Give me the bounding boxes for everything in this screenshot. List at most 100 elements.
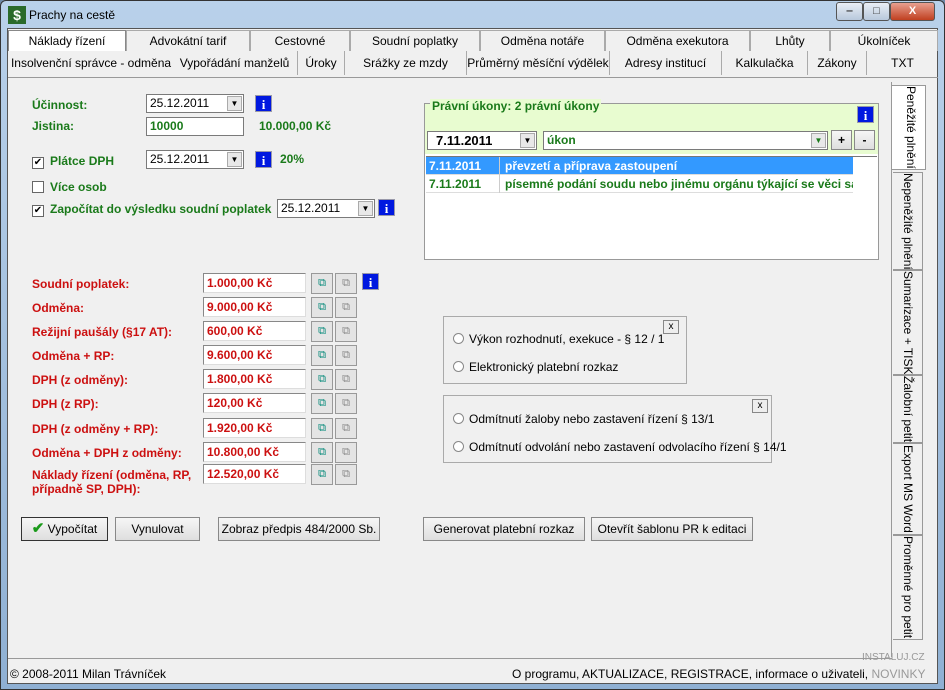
info-icon[interactable]: i (255, 95, 272, 112)
copy-icon[interactable]: ⧉ (311, 369, 333, 390)
radio-vykon-rozhodnuti[interactable] (453, 333, 464, 344)
copy-alt-icon[interactable]: ⧉ (335, 273, 357, 294)
tab-odmena-notare[interactable]: Odměna notáře (480, 30, 605, 51)
copy-alt-icon[interactable]: ⧉ (335, 321, 357, 342)
radio-odmitnuti-zaloby[interactable] (453, 413, 464, 424)
radio-elektronicky-rozkaz[interactable] (453, 361, 464, 372)
pravni-ukony-legend: Právní úkony: 2 právní úkony (430, 99, 602, 113)
side-tab-promenne-pro-petit[interactable]: Proměnné pro petit (893, 535, 923, 640)
ucinnost-date-picker[interactable]: 25.12.2011 ▼ (146, 94, 244, 113)
dph-rate: 20% (280, 152, 305, 166)
info-icon[interactable]: i (362, 273, 379, 290)
copy-icon[interactable]: ⧉ (311, 464, 333, 485)
tab-naklady-rizeni[interactable]: Náklady řízení (8, 30, 126, 51)
vykon-rozhodnuti-label: Výkon rozhodnutí, exekuce - § 12 / 1 (469, 332, 665, 346)
result-label: DPH (z RP): (32, 397, 99, 411)
info-icon[interactable]: i (857, 106, 874, 123)
tab-insolvencni-spravce[interactable]: Insolvenční správce - odměna (10, 51, 172, 75)
tab-advokatni-tarif[interactable]: Advokátní tarif (126, 30, 250, 51)
tab-txt[interactable]: TXT (867, 51, 938, 75)
about-links[interactable]: O programu, AKTUALIZACE, REGISTRACE, inf… (512, 667, 868, 681)
tab-ukolnicek[interactable]: Úkolníček (830, 30, 938, 51)
tab-srazky-ze-mzdy[interactable]: Srážky ze mzdy (345, 51, 467, 75)
result-label: Odměna + DPH z odměny: (32, 446, 182, 460)
platce-dph-checkbox[interactable]: ✔ (32, 157, 44, 169)
ucinnost-label: Účinnost: (32, 98, 88, 112)
copy-icon[interactable]: ⧉ (311, 273, 333, 294)
vypocitat-button[interactable]: ✔ Vypočítat (21, 517, 108, 541)
zapocitat-checkbox[interactable]: ✔ (32, 205, 44, 217)
side-tab-export-ms-word[interactable]: Export MS Word (893, 443, 923, 535)
side-tab-sumarizace-tisk[interactable]: Sumarizace + TISK (893, 270, 923, 375)
tab-prumerny-vydelek[interactable]: Průměrný měsíční výdělek (467, 51, 610, 75)
tab-soudni-poplatky[interactable]: Soudní poplatky (350, 30, 480, 51)
chevron-down-icon[interactable]: ▼ (358, 201, 373, 216)
result-label: DPH (z odměny): (32, 373, 128, 387)
copy-icon[interactable]: ⧉ (311, 345, 333, 366)
copy-alt-icon[interactable]: ⧉ (335, 393, 357, 414)
platce-dph-date-picker[interactable]: 25.12.2011 ▼ (146, 150, 244, 169)
tab-kalkulacka[interactable]: Kalkulačka (722, 51, 808, 75)
add-ukon-button[interactable]: + (831, 130, 852, 150)
result-value: 9.600,00 Kč (203, 345, 306, 365)
ukon-date: 7.11.2011 (429, 159, 482, 173)
result-label: Soudní poplatek: (32, 277, 130, 291)
result-value: 1.920,00 Kč (203, 418, 306, 438)
copy-icon[interactable]: ⧉ (311, 321, 333, 342)
zobraz-predpis-button[interactable]: Zobraz předpis 484/2000 Sb. (218, 517, 380, 541)
tab-lhuty[interactable]: Lhůty (750, 30, 830, 51)
tab-odmena-exekutora[interactable]: Odměna exekutora (605, 30, 750, 51)
vice-osob-checkbox[interactable] (32, 181, 44, 193)
minimize-button[interactable]: ‒ (836, 2, 863, 21)
otevrit-sablonu-button[interactable]: Otevřít šablonu PR k editaci (591, 517, 753, 541)
copy-icon[interactable]: ⧉ (311, 418, 333, 439)
novinky-link[interactable]: NOVINKY (871, 667, 925, 681)
copy-icon[interactable]: ⧉ (311, 393, 333, 414)
copy-icon[interactable]: ⧉ (311, 297, 333, 318)
tab-zakony[interactable]: Zákony (808, 51, 867, 75)
side-tab-divider (891, 82, 892, 657)
ukon-date: 7.11.2011 (429, 177, 482, 191)
close-group-button[interactable]: x (663, 320, 679, 334)
result-value: 12.520,00 Kč (203, 464, 306, 484)
copy-icon[interactable]: ⧉ (311, 442, 333, 463)
chevron-down-icon[interactable]: ▼ (227, 96, 242, 111)
ukon-list-item[interactable]: 7.11.2011 písemné podání soudu nebo jiné… (426, 175, 853, 193)
copy-alt-icon[interactable]: ⧉ (335, 345, 357, 366)
tab-adresy-instituci[interactable]: Adresy institucí (610, 51, 722, 75)
side-tab-penezite-plneni[interactable]: Peněžité plnění (892, 85, 926, 170)
status-links[interactable]: O programu, AKTUALIZACE, REGISTRACE, inf… (512, 667, 925, 681)
radio-odmitnuti-odvolani[interactable] (453, 441, 464, 452)
copy-alt-icon[interactable]: ⧉ (335, 442, 357, 463)
close-group-button[interactable]: x (752, 399, 768, 413)
maximize-button[interactable]: □ (863, 2, 890, 21)
tab-vyporadani-manzelu[interactable]: Vypořádání manželů (172, 51, 298, 75)
info-icon[interactable]: i (255, 151, 272, 168)
side-tab-nepenezite-plneni[interactable]: Nepeněžité plnění (893, 172, 923, 270)
ukon-date-picker[interactable]: 7.11.2011 ▼ (427, 131, 537, 150)
ukon-select[interactable]: úkon ▼ (543, 131, 828, 150)
remove-ukon-button[interactable]: - (854, 130, 875, 150)
copy-alt-icon[interactable]: ⧉ (335, 369, 357, 390)
chevron-down-icon[interactable]: ▼ (811, 133, 826, 148)
result-label: Odměna + RP: (32, 349, 115, 363)
zapocitat-label: Započítat do výsledku soudní poplatek (50, 202, 272, 216)
info-icon[interactable]: i (378, 199, 395, 216)
generovat-platebni-rozkaz-button[interactable]: Generovat platební rozkaz (423, 517, 585, 541)
copy-alt-icon[interactable]: ⧉ (335, 464, 357, 485)
side-tab-zalobni-petit[interactable]: Žalobní petit (893, 375, 923, 443)
tab-uroky[interactable]: Úroky (298, 51, 345, 75)
close-button[interactable]: X (890, 2, 935, 21)
vynulovat-button[interactable]: Vynulovat (115, 517, 200, 541)
copy-alt-icon[interactable]: ⧉ (335, 297, 357, 318)
ucinnost-date-value: 25.12.2011 (150, 96, 210, 110)
chevron-down-icon[interactable]: ▼ (520, 133, 535, 148)
tab-cestovne[interactable]: Cestovné (250, 30, 350, 51)
chevron-down-icon[interactable]: ▼ (227, 152, 242, 167)
zapocitat-date-picker[interactable]: 25.12.2011 ▼ (277, 199, 375, 218)
watermark-logo: INSTALUJ.CZ (862, 652, 925, 663)
copy-alt-icon[interactable]: ⧉ (335, 418, 357, 439)
ukon-list-item[interactable]: 7.11.2011 převzetí a příprava zastoupení (426, 157, 853, 175)
result-label: Režijní paušály (§17 AT): (32, 325, 173, 339)
jistina-input[interactable]: 10000 (146, 117, 244, 136)
